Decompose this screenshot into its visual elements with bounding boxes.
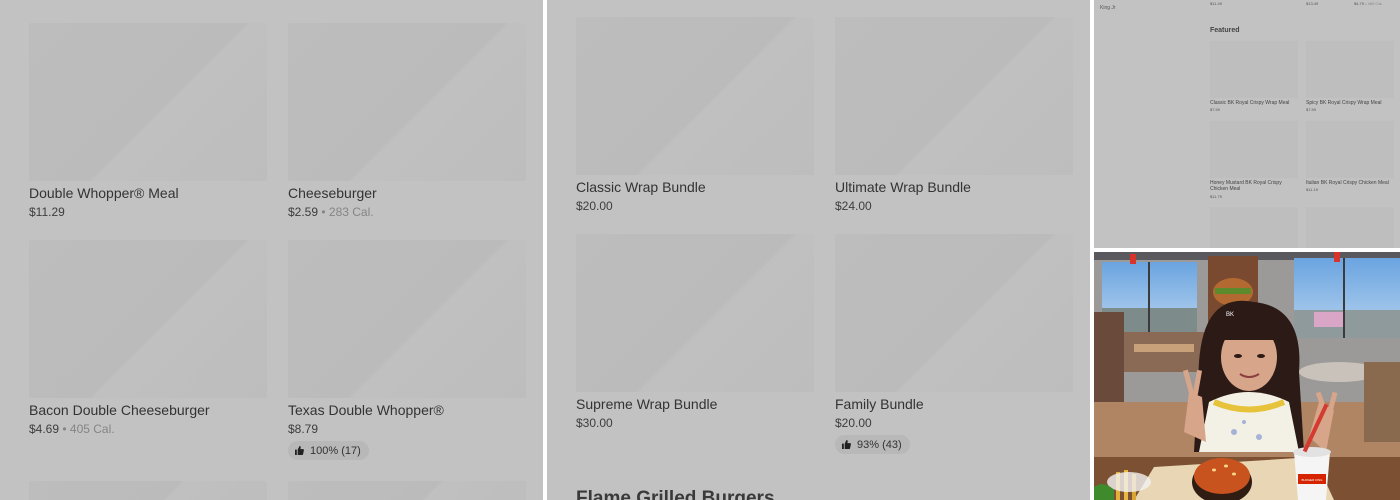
- menu-item-price: $7.59: [1210, 107, 1221, 112]
- menu-item-image: [835, 17, 1073, 175]
- menu-item-price: $2.59 • 283 Cal.: [288, 205, 374, 219]
- menu-item-price: $20.00: [835, 416, 872, 430]
- wall-logo-text: BK: [1226, 312, 1235, 318]
- menu-item-image[interactable]: [1306, 121, 1394, 178]
- menu-item-name: Cheeseburger: [288, 185, 377, 201]
- menu-item-name: Family Bundle: [835, 396, 924, 412]
- store-label: King Jr: [1100, 5, 1116, 11]
- menu-item-price: $11.79: [1210, 194, 1222, 199]
- menu-item-card[interactable]: Cheeseburger $2.59 • 283 Cal.: [288, 23, 526, 223]
- middle-menu-panel: Classic Wrap Bundle $20.00 Ultimate Wrap…: [547, 0, 1090, 500]
- menu-item-price: $13.49: [1306, 1, 1319, 6]
- menu-item-price: $11.29: [29, 205, 65, 219]
- menu-item-price: $24.00: [835, 199, 872, 213]
- menu-item-name: Classic Wrap Bundle: [576, 179, 706, 195]
- menu-item-image[interactable]: [288, 481, 526, 500]
- menu-item-price: $11.49: [1210, 1, 1222, 6]
- rating-badge: 100% (17): [288, 441, 369, 460]
- section-heading: Flame Grilled Burgers: [576, 488, 775, 500]
- menu-item-card[interactable]: Bacon Double Cheeseburger $4.69 • 405 Ca…: [29, 240, 267, 440]
- thumbs-up-icon: [295, 446, 304, 455]
- menu-item-price: $4.69 • 405 Cal.: [29, 422, 115, 436]
- menu-item-name: Double Whopper® Meal: [29, 185, 179, 201]
- menu-item-price: $30.00: [576, 416, 613, 430]
- menu-item-image[interactable]: [1210, 207, 1298, 248]
- menu-item-price: $4.79 • 469 Cal.: [1354, 1, 1383, 6]
- menu-item-image: [835, 234, 1073, 392]
- menu-item-image[interactable]: [1210, 41, 1298, 98]
- menu-item-card[interactable]: Classic Wrap Bundle $20.00: [576, 17, 814, 217]
- photo-illustration: [1094, 252, 1400, 500]
- menu-item-image: [288, 240, 526, 398]
- menu-item-card[interactable]: Double Whopper® Meal $11.29: [29, 23, 267, 223]
- menu-item-image: [29, 240, 267, 398]
- menu-item-image[interactable]: [1306, 41, 1394, 98]
- menu-item-image: [288, 23, 526, 181]
- menu-item-name: Italian BK Royal Crispy Chicken Meal: [1306, 180, 1389, 186]
- menu-item-card[interactable]: Supreme Wrap Bundle $30.00: [576, 234, 814, 434]
- thumbs-up-icon: [842, 440, 851, 449]
- menu-item-card[interactable]: Ultimate Wrap Bundle $24.00: [835, 17, 1073, 217]
- menu-item-image: [576, 17, 814, 175]
- menu-item-image[interactable]: [29, 481, 267, 500]
- menu-item-name: Spicy BK Royal Crispy Wrap Meal: [1306, 100, 1382, 106]
- menu-item-name: Supreme Wrap Bundle: [576, 396, 718, 412]
- menu-item-price: $7.59: [1306, 107, 1317, 112]
- menu-item-price: $11.19: [1306, 187, 1318, 192]
- menu-item-name: Bacon Double Cheeseburger: [29, 402, 210, 418]
- cup-logo-text: BURGER KING: [1301, 478, 1323, 482]
- menu-item-image[interactable]: [1210, 121, 1298, 178]
- menu-item-name: Honey Mustard BK Royal Crispy Chicken Me…: [1210, 180, 1282, 192]
- menu-item-name: Texas Double Whopper®: [288, 402, 444, 418]
- menu-item-card[interactable]: Texas Double Whopper® $8.79 100% (17): [288, 240, 526, 465]
- menu-item-name: Classic BK Royal Crispy Wrap Meal: [1210, 100, 1290, 106]
- menu-item-price: $20.00: [576, 199, 613, 213]
- left-menu-panel: Double Whopper® Meal $11.29 Cheeseburger…: [0, 0, 543, 500]
- menu-item-image: [29, 23, 267, 181]
- restaurant-photo: BURGER KING BK: [1094, 252, 1400, 500]
- menu-item-image[interactable]: [1306, 207, 1394, 248]
- menu-item-card[interactable]: Family Bundle $20.00 93% (43): [835, 234, 1073, 459]
- menu-item-name: Ultimate Wrap Bundle: [835, 179, 971, 195]
- section-heading: Featured: [1210, 27, 1240, 34]
- right-menu-panel: King Jr $11.49 $13.49 $4.79 • 469 Cal. F…: [1094, 0, 1400, 248]
- menu-item-image: [576, 234, 814, 392]
- menu-item-price: $8.79: [288, 422, 319, 436]
- rating-badge: 93% (43): [835, 435, 910, 454]
